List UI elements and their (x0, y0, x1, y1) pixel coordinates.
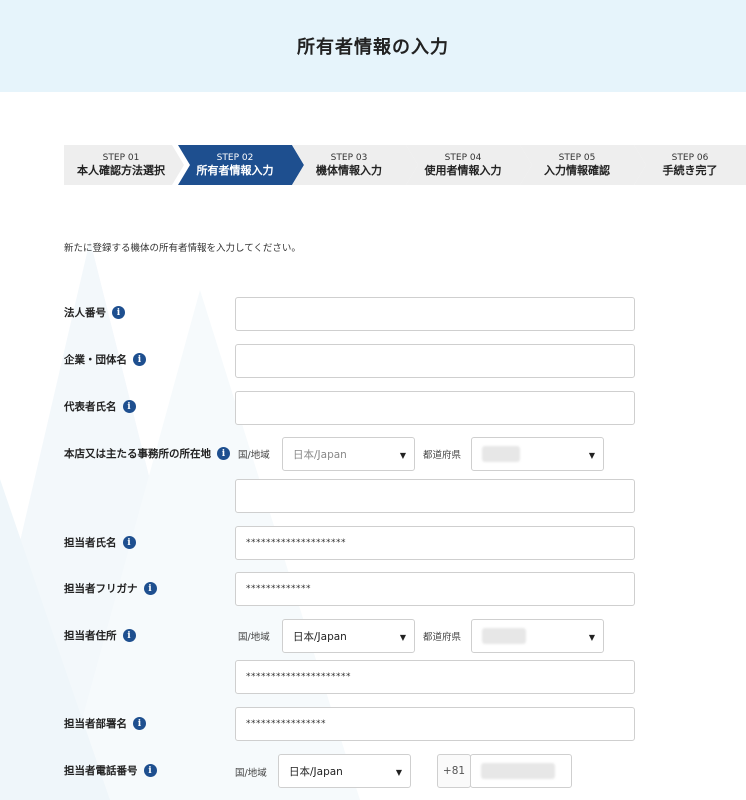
head-office-country-select[interactable]: 日本/Japan ▼ (282, 437, 415, 471)
redacted-value (481, 763, 555, 779)
step-6-number: STEP 06 (671, 152, 709, 163)
chevron-down-icon: ▼ (395, 768, 402, 777)
contact-kana-input[interactable]: ************* (235, 572, 635, 606)
contact-name-input[interactable]: ******************** (235, 526, 635, 560)
contact-department-label-text: 担当者部署名 (64, 718, 127, 730)
intro-text: 新たに登録する機体の所有者情報を入力してください。 (64, 243, 301, 254)
contact-country-label: 国/地域 (238, 632, 270, 643)
step-4: STEP 04 使用者情報入力 (406, 145, 532, 185)
contact-prefecture-label: 都道府県 (423, 632, 462, 643)
contact-department-input[interactable]: **************** (235, 707, 635, 741)
contact-phone-country-label: 国/地域 (235, 768, 267, 779)
info-icon[interactable]: i (143, 764, 157, 777)
step-2-number: STEP 02 (216, 152, 254, 163)
chevron-down-icon: ▼ (399, 633, 406, 642)
contact-kana-label-text: 担当者フリガナ (64, 583, 138, 595)
company-name-input[interactable] (235, 344, 635, 378)
contact-country-select[interactable]: 日本/Japan ▼ (282, 619, 415, 653)
head-office-prefecture-label: 都道府県 (423, 450, 462, 461)
step-4-number: STEP 04 (444, 152, 482, 163)
contact-prefecture-select[interactable]: ▼ (471, 619, 604, 653)
info-icon[interactable]: i (122, 536, 136, 549)
contact-phone-label-text: 担当者電話番号 (64, 765, 138, 777)
representative-name-label: 代表者氏名 i (64, 399, 136, 414)
info-icon[interactable]: i (133, 717, 146, 730)
step-3-label: 機体情報入力 (316, 163, 382, 177)
head-office-label-text: 本店又は主たる事務所の所在地 (64, 448, 211, 460)
contact-kana-label: 担当者フリガナ i (64, 581, 157, 596)
step-6-label: 手続き完了 (662, 163, 718, 177)
step-3: STEP 03 機体情報入力 (292, 145, 418, 185)
chevron-down-icon: ▼ (399, 451, 406, 460)
contact-address-label-text: 担当者住所 (64, 630, 117, 642)
step-3-number: STEP 03 (330, 152, 368, 163)
contact-name-label: 担当者氏名 i (64, 535, 136, 550)
step-2-label: 所有者情報入力 (196, 163, 274, 177)
contact-phone-country-value: 日本/Japan (289, 765, 343, 778)
head-office-address-input[interactable] (235, 479, 635, 513)
phone-country-code: +81 (437, 754, 471, 788)
step-4-label: 使用者情報入力 (424, 163, 502, 177)
representative-name-input[interactable] (235, 391, 635, 425)
info-icon[interactable]: i (217, 447, 230, 460)
step-1: STEP 01 本人確認方法選択 (64, 145, 184, 185)
contact-country-value: 日本/Japan (293, 630, 347, 643)
company-name-label-text: 企業・団体名 (64, 354, 127, 366)
head-office-country-label: 国/地域 (238, 450, 270, 461)
page-title: 所有者情報の入力 (297, 37, 449, 58)
contact-address-input[interactable]: ********************* (235, 660, 635, 694)
corporate-number-label: 法人番号 i (64, 305, 125, 320)
redacted-value (482, 446, 520, 462)
contact-phone-country-select[interactable]: 日本/Japan ▼ (278, 754, 411, 788)
chevron-down-icon: ▼ (588, 451, 595, 460)
step-5-number: STEP 05 (558, 152, 596, 163)
step-5: STEP 05 入力情報確認 (520, 145, 646, 185)
corporate-number-input[interactable] (235, 297, 635, 331)
info-icon[interactable]: i (112, 306, 125, 319)
contact-address-label: 担当者住所 i (64, 628, 136, 643)
step-5-label: 入力情報確認 (544, 163, 610, 177)
contact-name-label-text: 担当者氏名 (64, 537, 117, 549)
chevron-down-icon: ▼ (588, 633, 595, 642)
step-6: STEP 06 手続き完了 (634, 145, 746, 185)
info-icon[interactable]: i (122, 629, 136, 642)
head-office-prefecture-select[interactable]: ▼ (471, 437, 604, 471)
page: 所有者情報の入力 STEP 01 本人確認方法選択 STEP 02 所有者情報入… (0, 0, 746, 800)
contact-phone-input[interactable] (470, 754, 572, 788)
representative-name-label-text: 代表者氏名 (64, 401, 117, 413)
page-header: 所有者情報の入力 (0, 0, 746, 92)
contact-department-label: 担当者部署名 i (64, 716, 146, 731)
info-icon[interactable]: i (122, 400, 136, 413)
contact-phone-label: 担当者電話番号 i (64, 763, 157, 778)
head-office-country-value: 日本/Japan (293, 448, 347, 461)
step-indicator: STEP 01 本人確認方法選択 STEP 02 所有者情報入力 STEP 03… (64, 145, 746, 185)
corporate-number-label-text: 法人番号 (64, 307, 106, 319)
company-name-label: 企業・団体名 i (64, 352, 146, 367)
info-icon[interactable]: i (143, 582, 157, 595)
step-2: STEP 02 所有者情報入力 (178, 145, 304, 185)
redacted-value (482, 628, 526, 644)
step-1-number: STEP 01 (102, 152, 140, 163)
step-1-label: 本人確認方法選択 (77, 163, 165, 177)
head-office-label: 本店又は主たる事務所の所在地 i (64, 446, 230, 461)
info-icon[interactable]: i (133, 353, 146, 366)
